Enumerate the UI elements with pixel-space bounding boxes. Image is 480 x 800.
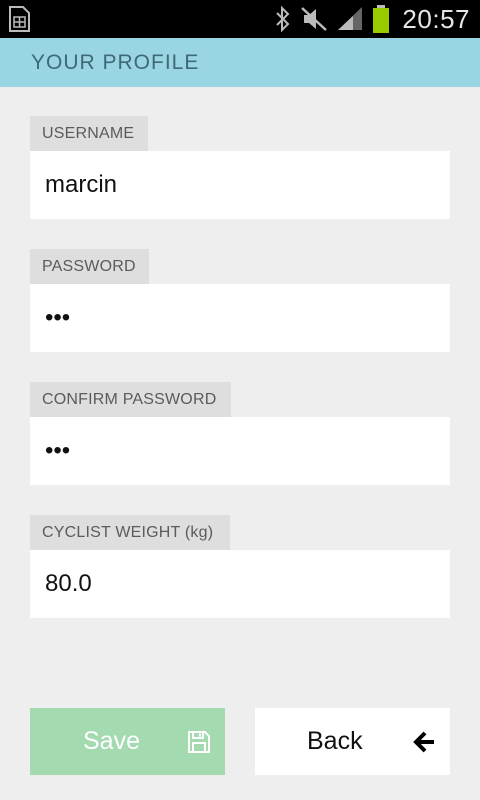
back-button-label: Back [307, 727, 363, 755]
confirm-password-field: CONFIRM PASSWORD [30, 382, 450, 485]
username-field: USERNAME [30, 116, 450, 219]
password-field: PASSWORD [30, 249, 450, 352]
back-button[interactable]: Back [255, 708, 450, 775]
mute-icon [301, 7, 328, 31]
username-input[interactable] [30, 151, 450, 219]
password-label: PASSWORD [30, 249, 149, 284]
password-input[interactable] [30, 284, 450, 352]
cyclist-weight-input[interactable] [30, 550, 450, 618]
sim-card-icon [9, 6, 30, 32]
signal-icon [338, 7, 363, 30]
cyclist-weight-label: CYCLIST WEIGHT (kg) [30, 515, 230, 550]
save-button-label: Save [83, 727, 140, 755]
clock: 20:57 [402, 3, 470, 34]
confirm-password-input[interactable] [30, 417, 450, 485]
bluetooth-icon [276, 6, 290, 32]
username-label: USERNAME [30, 116, 148, 151]
arrow-left-icon [413, 731, 434, 753]
save-button[interactable]: Save [30, 708, 225, 775]
battery-icon [373, 5, 390, 33]
app-header: YOUR PROFILE [0, 38, 480, 87]
status-bar: 20:57 [0, 0, 480, 38]
confirm-password-label: CONFIRM PASSWORD [30, 382, 231, 417]
cyclist-weight-field: CYCLIST WEIGHT (kg) [30, 515, 450, 618]
page-title: YOUR PROFILE [31, 51, 200, 74]
save-icon [188, 731, 210, 753]
